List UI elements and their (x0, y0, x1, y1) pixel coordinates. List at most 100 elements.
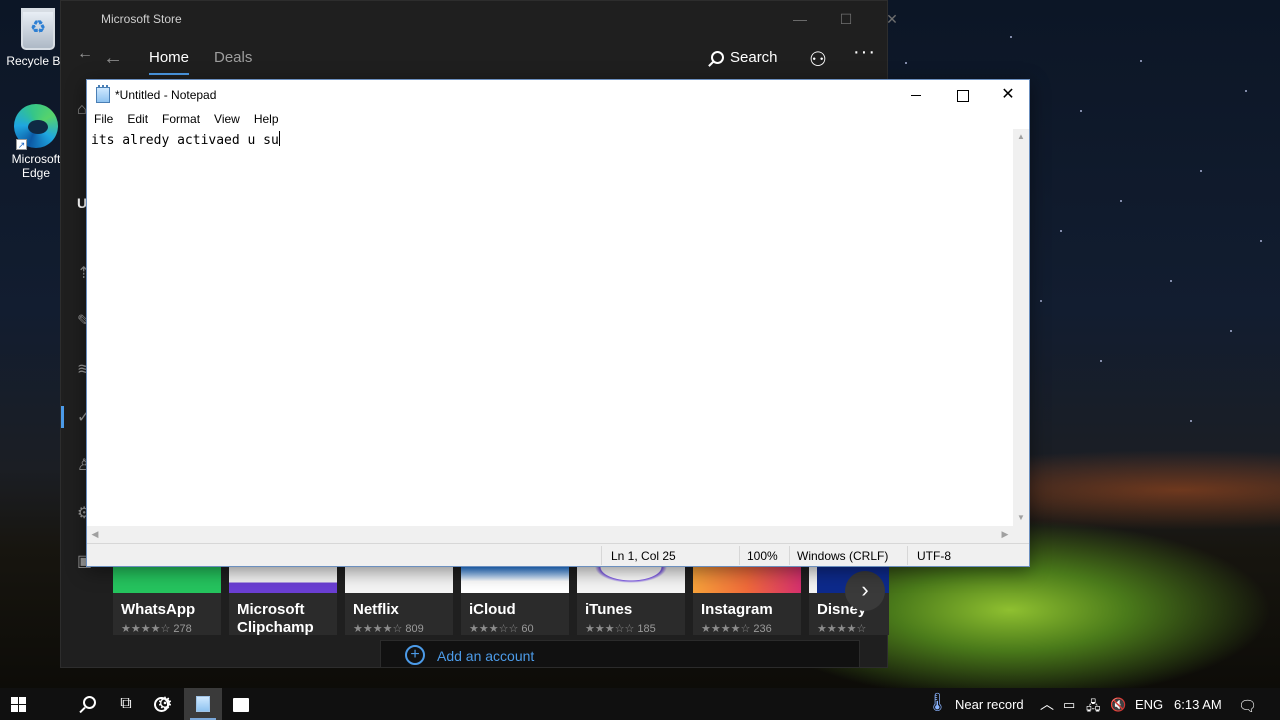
store-search-label: Search (730, 49, 778, 66)
star-rating-icon: ★★★★☆ (121, 623, 171, 635)
language-indicator[interactable]: ENG (1135, 697, 1163, 712)
notepad-statusbar: Ln 1, Col 25 100% Windows (CRLF) UTF-8 (87, 543, 1029, 566)
edge-icon: ↗ (14, 104, 58, 150)
scrollbar-corner (1013, 526, 1029, 543)
windows-logo-icon (11, 697, 26, 712)
star-rating-icon: ★★★☆☆ (469, 623, 519, 635)
menu-help[interactable]: Help (247, 110, 286, 129)
app-card-netflix[interactable]: Netflix ★★★★☆ 809 (345, 567, 453, 635)
notepad-text-content: its alredy activaed u su (91, 133, 279, 148)
add-account-link[interactable]: Add an account (437, 648, 534, 664)
task-view-button[interactable]: ⧉ (108, 688, 144, 720)
tab-home[interactable]: Home (149, 49, 190, 75)
app-card-itunes[interactable]: iTunes ★★★☆☆ 185 (577, 567, 685, 635)
taskbar-store-app[interactable] (222, 688, 260, 720)
status-divider (907, 546, 908, 565)
carousel-next-button[interactable]: › (845, 571, 885, 611)
notepad-titlebar[interactable]: *Untitled - Notepad ✕ (87, 80, 1029, 110)
add-account-bar[interactable]: + Add an account (380, 640, 860, 668)
sidebar-back-icon[interactable]: ← (77, 45, 93, 63)
scroll-up-arrow-icon[interactable]: ▲ (1013, 129, 1029, 145)
clock-time[interactable]: 6:13 AM (1174, 697, 1222, 712)
app-rating: ★★★★☆ 236 (701, 623, 772, 635)
notepad-app-icon (96, 85, 110, 103)
more-options-icon[interactable]: ··· (853, 41, 876, 64)
cortana-button[interactable] (72, 688, 169, 720)
back-arrow-icon[interactable]: ← (103, 47, 123, 70)
taskbar-settings-app[interactable]: ⚙ (146, 688, 184, 720)
app-name: Netflix (353, 601, 399, 618)
star-rating-icon: ★★★★☆ (817, 623, 867, 635)
app-name: WhatsApp (121, 601, 196, 618)
status-line-endings: Windows (CRLF) (797, 549, 889, 563)
notepad-window: *Untitled - Notepad ✕ File Edit Format V… (86, 79, 1030, 567)
volume-muted-icon[interactable]: 🔇 (1110, 697, 1126, 713)
weather-status[interactable]: Near record (955, 697, 1024, 712)
add-icon: + (405, 645, 425, 665)
app-art (693, 567, 801, 593)
notepad-window-title: *Untitled - Notepad (115, 88, 217, 102)
status-encoding: UTF-8 (917, 549, 951, 563)
status-zoom: 100% (747, 549, 778, 563)
shortcut-arrow-icon: ↗ (16, 139, 27, 150)
close-button[interactable]: ✕ (985, 80, 1031, 110)
app-rating: ★★★★☆ 809 (353, 623, 424, 635)
app-art (113, 567, 221, 593)
app-art (345, 567, 453, 593)
network-icon[interactable]: 🖧 (1086, 697, 1101, 719)
show-hidden-icons-chevron-icon[interactable]: ︿ (1040, 694, 1054, 714)
app-rating: ★★★★☆ (817, 622, 866, 635)
store-maximize-button[interactable]: ☐ (823, 7, 869, 31)
scroll-left-arrow-icon[interactable]: ◀ (87, 526, 103, 543)
app-name: Microsoft Clipchamp (237, 601, 314, 635)
taskbar: ⧉ ⚙ 🌡 Near record ︿ ▭ 🖧 🔇 ENG 6:13 AM 🗨 (0, 688, 1280, 720)
status-divider (789, 546, 790, 565)
store-minimize-button[interactable]: — (777, 7, 823, 31)
maximize-button[interactable] (939, 80, 985, 110)
sidebar-selection-indicator (61, 406, 64, 428)
minimize-button[interactable] (893, 80, 939, 110)
app-art (229, 567, 337, 593)
menu-format[interactable]: Format (155, 110, 207, 129)
app-name: iTunes (585, 601, 633, 618)
store-close-button[interactable]: ✕ (869, 7, 915, 31)
start-button[interactable] (0, 688, 36, 720)
task-view-icon: ⧉ (120, 695, 132, 712)
vertical-scrollbar[interactable]: ▲ ▼ (1013, 129, 1029, 526)
notification-center-icon[interactable]: 🗨 (1238, 697, 1257, 715)
notepad-icon (196, 696, 210, 712)
star-rating-icon: ★★★☆☆ (585, 623, 635, 635)
store-bag-icon (233, 698, 249, 712)
desktop-icon-label: Microsoft Edge (11, 152, 61, 180)
taskbar-notepad-app[interactable] (184, 688, 222, 720)
app-art (577, 567, 685, 593)
app-card-clipchamp[interactable]: Microsoft Clipchamp (229, 567, 337, 635)
app-card-icloud[interactable]: iCloud ★★★☆☆ 60 (461, 567, 569, 635)
store-search-button[interactable]: Search (711, 49, 778, 66)
notepad-menubar: File Edit Format View Help (87, 110, 1029, 129)
tab-deals[interactable]: Deals (214, 49, 252, 66)
store-window-title: Microsoft Store (101, 12, 182, 26)
app-carousel: WhatsApp ★★★★☆ 278 Microsoft Clipchamp N… (113, 567, 889, 635)
thermometer-icon: 🌡 (926, 692, 949, 712)
notepad-text-area[interactable]: its alredy activaed u su (87, 129, 1013, 526)
text-caret (278, 131, 280, 146)
store-navbar: ← Home Deals Search ⚇ ··· (89, 37, 887, 81)
meet-now-icon[interactable]: ▭ (1063, 697, 1075, 713)
star-rating-icon: ★★★★☆ (353, 623, 403, 635)
menu-edit[interactable]: Edit (120, 110, 155, 129)
account-icon[interactable]: ⚇ (809, 47, 827, 72)
gear-icon: ⚙ (157, 694, 173, 713)
scroll-right-arrow-icon[interactable]: ▶ (997, 526, 1013, 543)
menu-file[interactable]: File (87, 110, 120, 129)
taskbar-search-button[interactable] (36, 688, 96, 720)
horizontal-scrollbar[interactable]: ◀ ▶ (87, 526, 1013, 543)
app-name: Instagram (701, 601, 773, 618)
star-rating-icon: ★★★★☆ (701, 623, 751, 635)
app-card-whatsapp[interactable]: WhatsApp ★★★★☆ 278 (113, 567, 221, 635)
scroll-down-arrow-icon[interactable]: ▼ (1013, 510, 1029, 526)
menu-view[interactable]: View (207, 110, 247, 129)
app-card-instagram[interactable]: Instagram ★★★★☆ 236 (693, 567, 801, 635)
app-rating: ★★★★☆ 278 (121, 623, 192, 635)
status-divider (601, 546, 602, 565)
